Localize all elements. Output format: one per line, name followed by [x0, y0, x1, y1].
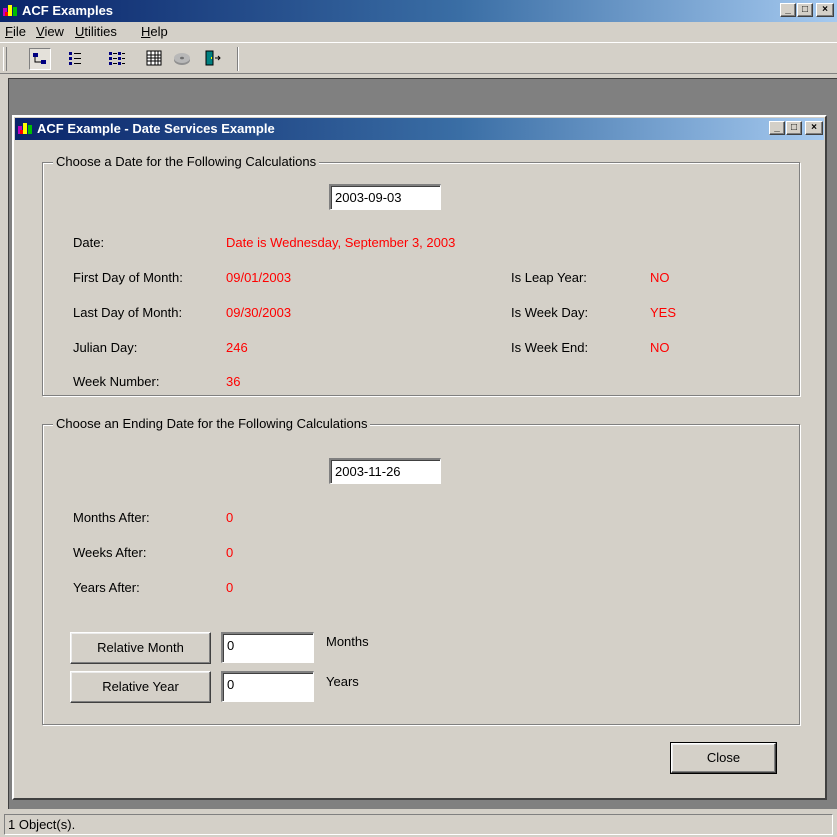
relative-year-unit: Years	[326, 674, 359, 689]
child-close-button[interactable]: ×	[805, 121, 823, 135]
child-titlebar[interactable]: ACF Example - Date Services Example _ □ …	[15, 118, 824, 140]
date-group-legend: Choose a Date for the Following Calculat…	[53, 154, 320, 169]
menu-view-label: iew	[44, 24, 64, 39]
menu-utilities[interactable]: Utilities	[75, 24, 117, 39]
relative-month-button[interactable]: Relative Month	[70, 632, 211, 664]
tree-view-icon[interactable]	[29, 48, 51, 70]
years-after-value: 0	[226, 580, 234, 595]
week-end-value: NO	[650, 340, 670, 355]
months-after-label: Months After:	[73, 510, 150, 525]
menu-bar: File View Utilities Help	[0, 22, 837, 42]
leap-year-value: NO	[650, 270, 670, 285]
first-day-label: First Day of Month:	[73, 270, 183, 285]
child-minimize-button[interactable]: _	[769, 121, 785, 135]
menu-utilities-label: tilities	[84, 24, 117, 39]
app-close-button[interactable]: ×	[816, 3, 834, 17]
leap-year-label: Is Leap Year:	[511, 270, 587, 285]
toolbar	[0, 42, 837, 74]
relative-year-input[interactable]: 0	[221, 671, 314, 702]
first-day-value: 09/01/2003	[226, 270, 292, 285]
weeks-after-label: Weeks After:	[73, 545, 147, 560]
app-icon	[3, 3, 19, 19]
app-minimize-button[interactable]: _	[780, 3, 796, 17]
exit-door-icon[interactable]	[202, 48, 224, 70]
app-window: ACF Examples _ □ × File View Utilities H…	[0, 0, 837, 837]
app-title: ACF Examples	[22, 3, 114, 18]
list-view-icon[interactable]	[65, 48, 87, 70]
last-day-label: Last Day of Month:	[73, 305, 183, 320]
date-groupbox: Choose a Date for the Following Calculat…	[42, 154, 800, 396]
week-day-value: YES	[650, 305, 677, 320]
app-titlebar[interactable]: ACF Examples _ □ ×	[0, 0, 837, 22]
status-bar: 1 Object(s).	[0, 811, 837, 837]
date-label: Date:	[73, 235, 105, 250]
weeks-after-value: 0	[226, 545, 234, 560]
week-day-label: Is Week Day:	[511, 305, 589, 320]
menu-file-accel: F	[5, 24, 13, 39]
ending-date-group-legend: Choose an Ending Date for the Following …	[53, 416, 371, 431]
child-window: ACF Example - Date Services Example _ □ …	[12, 115, 827, 800]
months-after-value: 0	[226, 510, 234, 525]
grid-view-icon[interactable]	[144, 48, 166, 70]
child-window-icon	[18, 121, 34, 137]
menu-help[interactable]: Help	[141, 24, 168, 39]
child-title: ACF Example - Date Services Example	[37, 121, 275, 136]
menu-file-label: ile	[12, 24, 26, 39]
menu-help-accel: H	[141, 24, 151, 39]
menu-help-label: elp	[150, 24, 168, 39]
disk-icon[interactable]	[172, 48, 194, 70]
relative-month-input[interactable]: 0	[221, 632, 314, 663]
julian-day-label: Julian Day:	[73, 340, 138, 355]
last-day-value: 09/30/2003	[226, 305, 292, 320]
details-view-icon[interactable]	[107, 48, 129, 70]
menu-utilities-accel: U	[75, 24, 85, 39]
date-input[interactable]: 2003-09-03	[329, 184, 441, 210]
end-date-input[interactable]: 2003-11-26	[329, 458, 441, 484]
relative-month-unit: Months	[326, 634, 369, 649]
week-number-label: Week Number:	[73, 374, 160, 389]
years-after-label: Years After:	[73, 580, 140, 595]
relative-year-button[interactable]: Relative Year	[70, 671, 211, 703]
menu-file[interactable]: File	[5, 24, 26, 39]
child-maximize-button[interactable]: □	[786, 121, 802, 135]
julian-day-value: 246	[226, 340, 248, 355]
week-end-label: Is Week End:	[511, 340, 589, 355]
close-button[interactable]: Close	[670, 742, 777, 774]
status-text: 1 Object(s).	[4, 814, 833, 835]
toolbar-grip[interactable]	[3, 47, 7, 71]
toolbar-separator	[237, 47, 239, 71]
menu-view[interactable]: View	[36, 24, 64, 39]
ending-date-groupbox: Choose an Ending Date for the Following …	[42, 416, 800, 725]
date-value: Date is Wednesday, September 3, 2003	[226, 235, 456, 250]
week-number-value: 36	[226, 374, 241, 389]
app-maximize-button[interactable]: □	[797, 3, 813, 17]
